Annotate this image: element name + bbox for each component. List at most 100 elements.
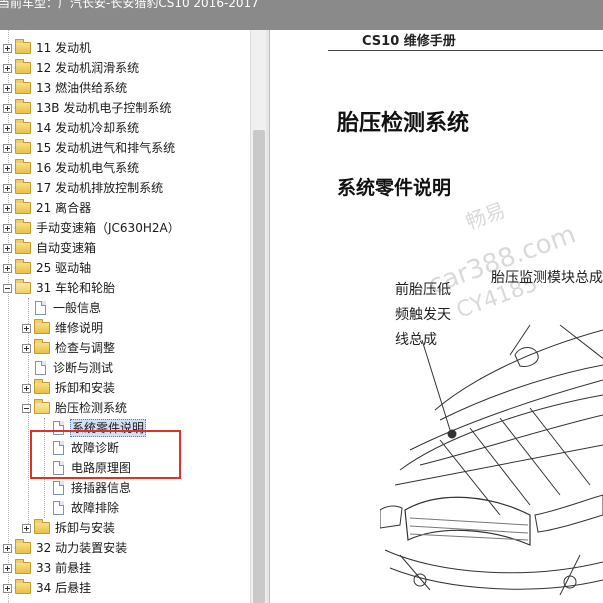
tree-item-auto-gearbox[interactable]: 自动变速箱 — [3, 238, 97, 258]
tree-item-label: 34 后悬挂 — [36, 581, 92, 595]
expand-icon[interactable] — [3, 103, 12, 113]
tree-item-inspection[interactable]: 检查与调整 — [22, 338, 116, 358]
watermark-text: 畅易 — [462, 197, 509, 235]
tree-item-label: 25 驱动轴 — [36, 261, 92, 275]
folder-icon — [15, 199, 31, 214]
expand-icon[interactable] — [3, 143, 12, 153]
expand-icon[interactable] — [3, 63, 12, 73]
expand-icon[interactable] — [3, 543, 12, 553]
expand-icon[interactable] — [3, 243, 12, 253]
folder-icon — [15, 579, 31, 594]
tree-item-25[interactable]: 25 驱动轴 — [3, 258, 92, 278]
expand-icon[interactable] — [22, 343, 31, 353]
tree-item-12[interactable]: 12 发动机润滑系统 — [3, 58, 140, 78]
folder-icon — [15, 39, 31, 54]
document-icon — [53, 481, 64, 495]
folder-icon — [15, 559, 31, 574]
tree-item-label: 33 前悬挂 — [36, 561, 92, 575]
tree-item-label: 手动变速箱（JC630H2A） — [36, 221, 180, 235]
doc-subtitle: 系统零件说明 — [337, 177, 452, 199]
tree-item-troubleshooting[interactable]: 故障排除 — [53, 498, 120, 518]
tree-item-label: 16 发动机电气系统 — [36, 161, 140, 175]
tree-item-manual-gearbox[interactable]: 手动变速箱（JC630H2A） — [3, 218, 181, 238]
callout-leader-line — [509, 324, 531, 356]
folder-icon — [15, 179, 31, 194]
expand-icon[interactable] — [22, 383, 31, 393]
tree-item-label: 32 动力装置安装 — [36, 541, 128, 555]
header-rule — [328, 50, 603, 51]
tree-item-label: 自动变速箱 — [36, 241, 97, 255]
document-icon — [35, 301, 46, 315]
expand-icon[interactable] — [3, 583, 12, 593]
folder-icon — [34, 319, 50, 334]
tree-item-13[interactable]: 13 燃油供给系统 — [3, 78, 128, 98]
tree-item-service-notes[interactable]: 维修说明 — [22, 318, 104, 338]
document-icon — [35, 361, 46, 375]
expand-icon[interactable] — [3, 563, 12, 573]
tree-item-label: 17 发动机排放控制系统 — [36, 181, 164, 195]
tree-item-34[interactable]: 34 后悬挂 — [3, 578, 92, 598]
chapter-tree[interactable]: 11 发动机 12 发动机润滑系统 13 燃油供给系统 13B 发动机电子控制系… — [0, 30, 250, 603]
tree-item-tpms[interactable]: 胎压检测系统 — [22, 398, 128, 418]
tree-item-label: 故障排除 — [71, 501, 120, 515]
expand-icon[interactable] — [3, 203, 12, 213]
document-icon — [53, 501, 64, 515]
tree-item-16[interactable]: 16 发动机电气系统 — [3, 158, 140, 178]
expand-icon[interactable] — [3, 83, 12, 93]
folder-open-icon — [34, 399, 50, 414]
expand-icon[interactable] — [3, 183, 12, 193]
collapse-icon[interactable] — [22, 403, 31, 413]
expand-icon[interactable] — [3, 263, 12, 273]
folder-icon — [15, 539, 31, 554]
tree-item-label: 15 发动机进气和排气系统 — [36, 141, 176, 155]
document-view: CS10 维修手册 胎压检测系统 系统零件说明 畅易 car388.com CY… — [270, 30, 603, 603]
tree-item-label: 一般信息 — [53, 301, 102, 315]
tree-item-removal-install-2[interactable]: 拆卸与安装 — [22, 518, 116, 538]
tree-item-label: 拆卸和安装 — [55, 381, 116, 395]
folder-icon — [15, 79, 31, 94]
tree-item-label: 检查与调整 — [55, 341, 116, 355]
expand-icon[interactable] — [3, 123, 12, 133]
tree-scrollbar[interactable] — [250, 30, 266, 603]
expand-icon[interactable] — [3, 163, 12, 173]
folder-icon — [15, 139, 31, 154]
tree-item-11[interactable]: 11 发动机 — [3, 38, 92, 58]
tree-item-general-info[interactable]: 一般信息 — [35, 298, 102, 318]
tree-item-14[interactable]: 14 发动机冷却系统 — [3, 118, 140, 138]
expand-icon[interactable] — [22, 323, 31, 333]
window-title: 当前车型：广汽长安-长安猎豹CS10 2016-2017 — [0, 0, 259, 10]
tree-item-label: 诊断与测试 — [53, 361, 114, 375]
window-title-bar: 当前车型：广汽长安-长安猎豹CS10 2016-2017 — [0, 0, 603, 30]
tree-item-label: 14 发动机冷却系统 — [36, 121, 140, 135]
tree-item-21[interactable]: 21 离合器 — [3, 198, 92, 218]
folder-icon — [15, 219, 31, 234]
tree-item-connector-info[interactable]: 接插器信息 — [53, 478, 132, 498]
tree-item-13b[interactable]: 13B 发动机电子控制系统 — [3, 98, 172, 118]
tree-item-label: 12 发动机润滑系统 — [36, 61, 140, 75]
folder-icon — [34, 379, 50, 394]
tree-item-15[interactable]: 15 发动机进气和排气系统 — [3, 138, 176, 158]
expand-icon[interactable] — [22, 523, 31, 533]
folder-icon — [34, 339, 50, 354]
expand-icon[interactable] — [3, 223, 12, 233]
tree-item-32[interactable]: 32 动力装置安装 — [3, 538, 128, 558]
folder-icon — [15, 159, 31, 174]
tree-item-33[interactable]: 33 前悬挂 — [3, 558, 92, 578]
folder-icon — [15, 99, 31, 114]
tree-item-label: 11 发动机 — [36, 41, 92, 55]
callout-leader-line — [559, 324, 603, 360]
collapse-icon[interactable] — [3, 283, 12, 293]
expand-icon[interactable] — [3, 43, 12, 53]
folder-icon — [15, 259, 31, 274]
tree-item-17[interactable]: 17 发动机排放控制系统 — [3, 178, 164, 198]
scrollbar-thumb[interactable] — [253, 130, 265, 603]
tree-item-31[interactable]: 31 车轮和轮胎 — [3, 278, 116, 298]
tree-item-removal-install[interactable]: 拆卸和安装 — [22, 378, 116, 398]
folder-icon — [15, 239, 31, 254]
tree-item-label: 维修说明 — [55, 321, 104, 335]
highlight-annotation-box — [30, 430, 181, 479]
doc-title: 胎压检测系统 — [337, 111, 470, 136]
folder-icon — [15, 119, 31, 134]
tree-item-diagnosis-test[interactable]: 诊断与测试 — [35, 358, 114, 378]
tree-item-label: 13B 发动机电子控制系统 — [36, 101, 172, 115]
